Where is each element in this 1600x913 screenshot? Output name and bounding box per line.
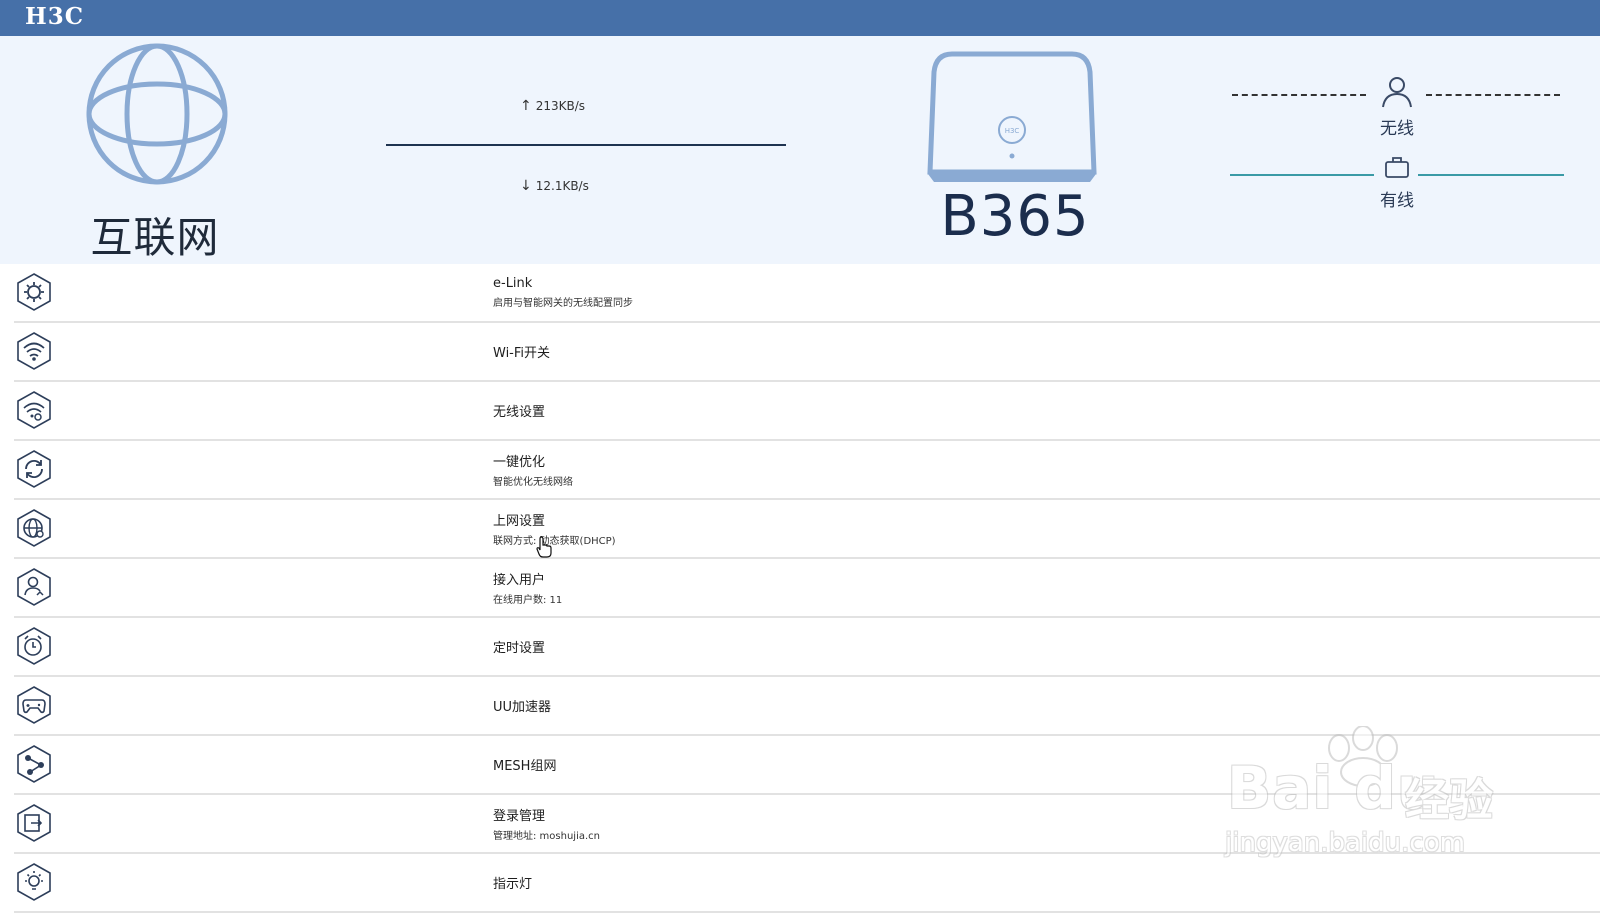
menu-item-connected-users[interactable]: 接入用户 在线用户数: 11 (14, 559, 1600, 618)
network-status-panel: 互联网 ↑ 213KB/s ↓ 12.1KB/s H3C B365 无线 有线 (0, 36, 1600, 264)
user-icon (17, 568, 51, 606)
internet-label: 互联网 (90, 213, 220, 262)
menu-item-title: 上网设置 (493, 514, 546, 529)
h3c-logo: H3C (25, 3, 85, 30)
menu-item-subtitle: 联网方式: 动态获取(DHCP) (493, 536, 616, 547)
wired-line-right (1418, 174, 1564, 176)
wifi-settings-icon (17, 391, 51, 429)
globe-settings-icon (17, 509, 51, 547)
uplink-line (386, 144, 786, 146)
menu-item-internet-settings[interactable]: 上网设置 联网方式: 动态获取(DHCP) (14, 500, 1600, 559)
menu-item-title: Wi-Fi开关 (493, 346, 551, 361)
wireless-line-left (1232, 94, 1366, 96)
menu-item-subtitle: 启用与智能网关的无线配置同步 (493, 298, 633, 309)
menu-item-title: MESH组网 (493, 759, 557, 774)
globe-icon[interactable] (83, 40, 231, 188)
wireless-line-right (1426, 94, 1560, 96)
wired-label: 有线 (1380, 191, 1414, 211)
menu-item-one-click-optimize[interactable]: 一键优化 智能优化无线网络 (14, 441, 1600, 500)
menu-item-title: UU加速器 (493, 700, 552, 715)
download-speed: ↓ 12.1KB/s (520, 178, 589, 194)
menu-item-text: 接入用户 在线用户数: 11 (493, 559, 562, 616)
router-model: B365 (940, 184, 1090, 249)
wired-device-icon[interactable] (1384, 156, 1410, 178)
menu-item-elink[interactable]: e-Link 启用与智能网关的无线配置同步 (14, 264, 1600, 323)
watermark-cn: 经验 (1405, 775, 1493, 826)
menu-item-timer-settings[interactable]: 定时设置 (14, 618, 1600, 677)
menu-item-text: 一键优化 智能优化无线网络 (493, 441, 573, 498)
bulb-icon (17, 863, 51, 901)
menu-item-text: 登录管理 管理地址: moshujia.cn (493, 795, 600, 852)
arrow-up-icon: ↑ (520, 98, 532, 114)
upload-speed-value: 213KB/s (535, 99, 586, 113)
menu-item-title: 一键优化 (493, 455, 546, 470)
menu-item-title: e-Link (493, 276, 533, 291)
wireless-label: 无线 (1380, 119, 1414, 139)
menu-item-text: 无线设置 (493, 382, 545, 439)
menu-item-title: 登录管理 (493, 809, 546, 824)
menu-item-title: 接入用户 (493, 573, 546, 588)
menu-item-subtitle: 管理地址: moshujia.cn (493, 831, 600, 842)
hand-cursor-icon (536, 536, 552, 558)
share-icon (17, 745, 51, 783)
arrow-down-icon: ↓ (520, 178, 532, 194)
refresh-icon (17, 450, 51, 488)
menu-item-subtitle: 在线用户数: 11 (493, 595, 563, 606)
top-bar: H3C (0, 0, 1600, 36)
gamepad-icon (17, 686, 51, 724)
wifi-icon (17, 332, 51, 370)
menu-item-wifi-switch[interactable]: Wi-Fi开关 (14, 323, 1600, 382)
watermark-url: jingyan.baidu.com (1225, 828, 1465, 858)
menu-item-text: MESH组网 (493, 736, 556, 793)
baidu-jingyan-watermark: Bai du 经验 jingyan.baidu.com (1225, 720, 1525, 870)
menu-item-text: 定时设置 (493, 618, 545, 675)
gear-icon (17, 273, 51, 311)
login-icon (17, 804, 51, 842)
menu-item-subtitle: 智能优化无线网络 (493, 477, 573, 488)
menu-item-text: e-Link 启用与智能网关的无线配置同步 (493, 264, 633, 321)
menu-item-text: Wi-Fi开关 (493, 323, 550, 380)
wired-line-left (1230, 174, 1374, 176)
router-badge: H3C (1005, 127, 1020, 135)
menu-item-title: 无线设置 (493, 405, 546, 420)
menu-item-text: 上网设置 联网方式: 动态获取(DHCP) (493, 500, 616, 557)
menu-item-title: 定时设置 (493, 641, 546, 656)
upload-speed: ↑ 213KB/s (520, 98, 585, 114)
menu-item-text: UU加速器 (493, 677, 551, 734)
wireless-user-icon[interactable] (1380, 76, 1414, 108)
router-icon[interactable]: H3C (924, 50, 1100, 182)
download-speed-value: 12.1KB/s (535, 179, 589, 193)
menu-item-text: 指示灯 (493, 854, 532, 911)
menu-item-title: 指示灯 (493, 877, 533, 892)
alarm-clock-icon (17, 627, 51, 665)
menu-item-wireless-settings[interactable]: 无线设置 (14, 382, 1600, 441)
